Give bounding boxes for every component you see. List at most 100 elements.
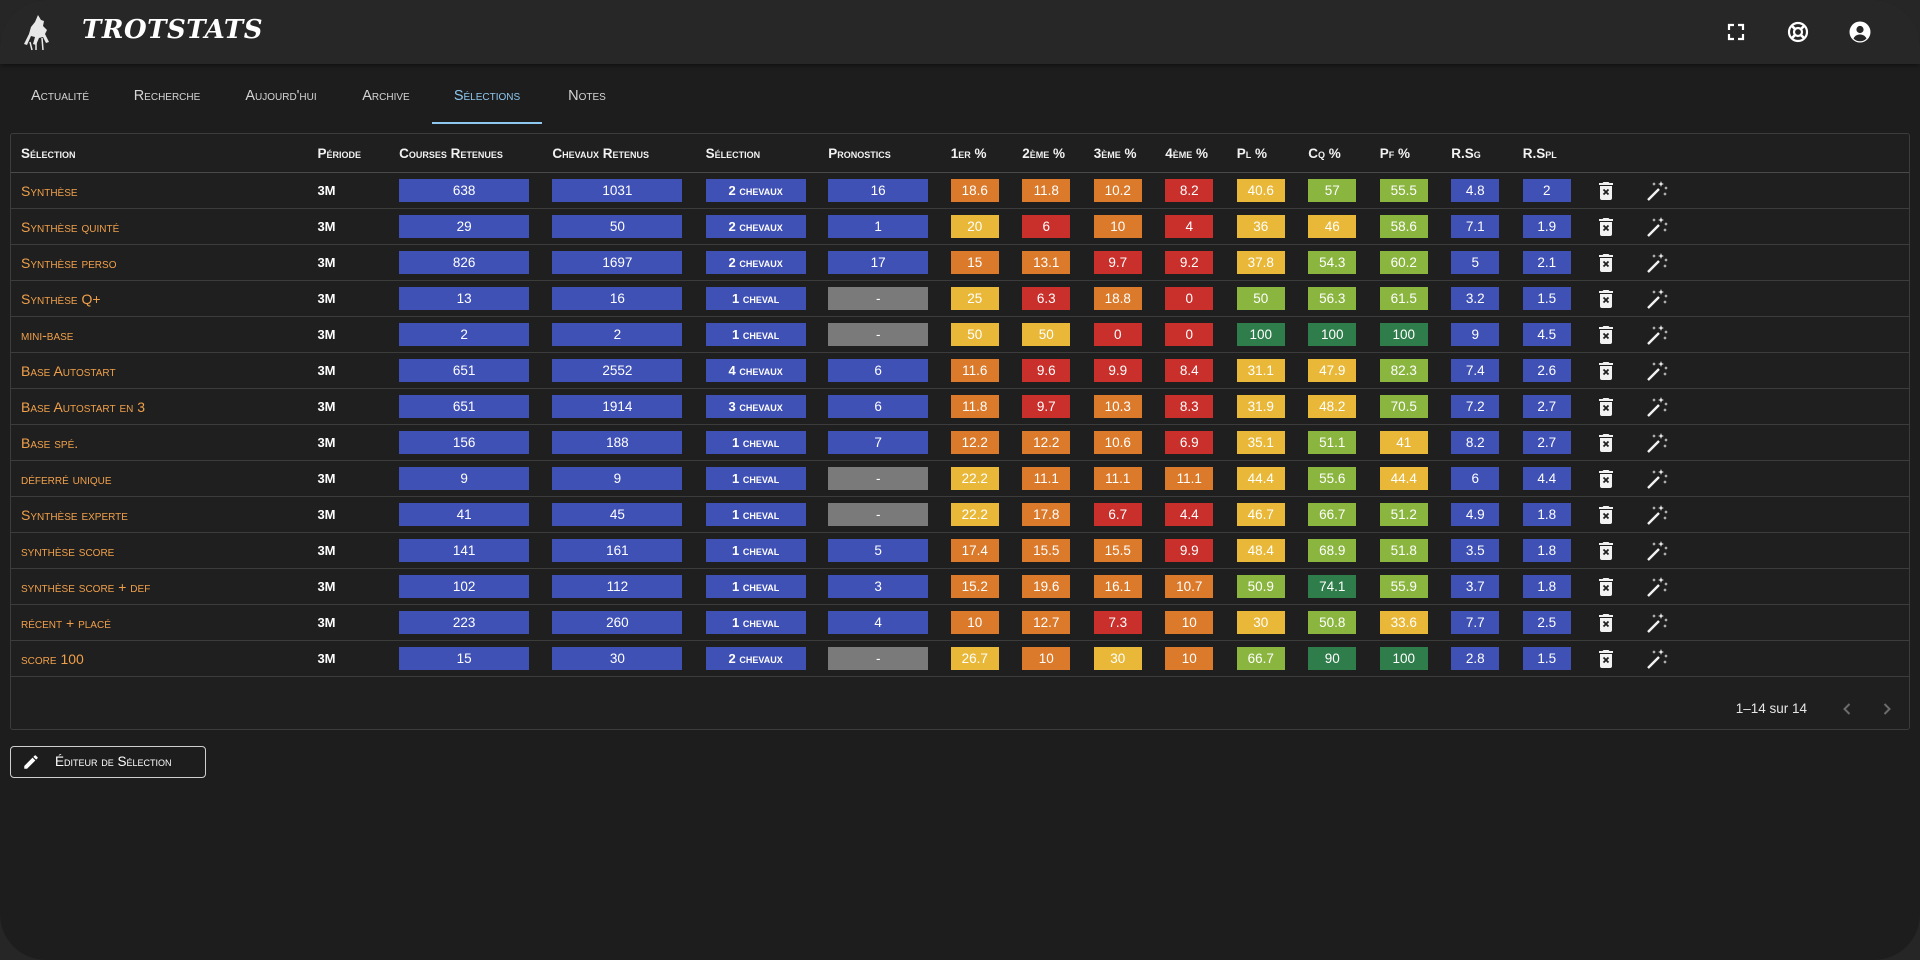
- tab-notes[interactable]: Notes: [552, 64, 622, 122]
- cell-name[interactable]: déferré unique: [11, 460, 318, 497]
- cell-name[interactable]: Synthèse: [11, 172, 318, 209]
- cell-courses: 141: [399, 532, 553, 569]
- table-row[interactable]: Synthèse experte 3M 41 45 1 cheval -22.2 17.8 6…: [11, 496, 1909, 533]
- magic-wand-icon[interactable]: [1645, 359, 1669, 383]
- selection-name[interactable]: Base Autostart: [21, 363, 116, 379]
- cell-name[interactable]: Synthèse experte: [11, 496, 318, 533]
- chevron-right-icon[interactable]: [1877, 699, 1897, 719]
- delete-icon[interactable]: [1594, 215, 1618, 239]
- magic-wand-icon[interactable]: [1645, 323, 1669, 347]
- cell-name[interactable]: Base Autostart en 3: [11, 388, 318, 425]
- delete-icon[interactable]: [1594, 503, 1618, 527]
- delete-icon[interactable]: [1594, 467, 1618, 491]
- table-row[interactable]: Synthèse Q+ 3M 13 16 1 cheval -25 6.3 18.8 0 50 56…: [11, 280, 1909, 317]
- cell-name[interactable]: Synthèse perso: [11, 244, 318, 281]
- selection-name[interactable]: Synthèse: [21, 183, 78, 199]
- table-row[interactable]: Base Autostart en 3 3M 651 1914 3 chevaux 6 11…: [11, 388, 1909, 425]
- column-header[interactable]: R.Spl: [1522, 134, 1595, 173]
- column-header[interactable]: 3ème %: [1093, 134, 1166, 173]
- selection-name[interactable]: Synthèse Q+: [21, 291, 101, 307]
- delete-icon[interactable]: [1594, 611, 1618, 635]
- magic-wand-icon[interactable]: [1645, 431, 1669, 455]
- column-header[interactable]: 1er %: [950, 134, 1023, 173]
- table-row[interactable]: Synthèse 3M 638 1031 2 chevaux 16 18.6 11.8 10.2…: [11, 172, 1909, 209]
- magic-wand-icon[interactable]: [1645, 251, 1669, 275]
- tab-recherche[interactable]: Recherche: [120, 64, 214, 122]
- column-header[interactable]: Cq %: [1308, 134, 1380, 173]
- account-circle-icon[interactable]: [1848, 20, 1872, 44]
- column-header[interactable]: Pl %: [1236, 134, 1309, 173]
- magic-wand-icon[interactable]: [1645, 395, 1669, 419]
- cell-name[interactable]: synthèse score: [11, 532, 318, 569]
- table-row[interactable]: synthèse score + def 3M 102 112 1 cheval 3 15.…: [11, 568, 1909, 605]
- column-header[interactable]: Pronostics: [828, 134, 951, 173]
- selection-name[interactable]: mini-base: [21, 327, 73, 343]
- selection-name[interactable]: déferré unique: [21, 471, 112, 487]
- magic-wand-icon[interactable]: [1645, 647, 1669, 671]
- column-header[interactable]: 4ème %: [1165, 134, 1237, 173]
- column-header[interactable]: Pf %: [1379, 134, 1452, 173]
- selection-name[interactable]: récent + placé: [21, 615, 111, 631]
- tab-archive[interactable]: Archive: [344, 64, 428, 122]
- delete-icon[interactable]: [1594, 575, 1618, 599]
- magic-wand-icon[interactable]: [1645, 467, 1669, 491]
- delete-icon[interactable]: [1594, 539, 1618, 563]
- magic-wand-icon[interactable]: [1645, 539, 1669, 563]
- cell-name[interactable]: mini-base: [11, 316, 318, 353]
- magic-wand-icon[interactable]: [1645, 215, 1669, 239]
- table-row[interactable]: récent + placé 3M 223 260 1 cheval 4 10 12.7 7.3…: [11, 604, 1909, 641]
- cell-name[interactable]: score 100: [11, 640, 318, 677]
- selection-name[interactable]: Synthèse experte: [21, 507, 128, 523]
- table-row[interactable]: Base Autostart 3M 651 2552 4 chevaux 6 11.6 9.6…: [11, 352, 1909, 389]
- column-header[interactable]: Courses Retenues: [399, 134, 553, 173]
- table-row[interactable]: déferré unique 3M 9 9 1 cheval -22.2 11.1 11.1 1…: [11, 460, 1909, 497]
- cell-name[interactable]: synthèse score + def: [11, 568, 318, 605]
- lifebuoy-icon[interactable]: [1786, 20, 1810, 44]
- column-header[interactable]: R.Sg: [1451, 134, 1523, 173]
- selection-name[interactable]: synthèse score: [21, 543, 114, 559]
- cell-name[interactable]: Base Autostart: [11, 352, 318, 389]
- cell-name[interactable]: Synthèse quinté: [11, 208, 318, 245]
- selection-name[interactable]: Synthèse perso: [21, 255, 116, 271]
- chevron-left-icon[interactable]: [1837, 699, 1857, 719]
- table-row[interactable]: synthèse score 3M 141 161 1 cheval 5 17.4 15.5 1…: [11, 532, 1909, 569]
- tab-actualite[interactable]: Actualité: [10, 64, 110, 122]
- magic-wand-icon[interactable]: [1645, 179, 1669, 203]
- fullscreen-icon[interactable]: [1724, 20, 1748, 44]
- table-row[interactable]: mini-base 3M 2 2 1 cheval -50 50 0 0 100 100 100 9 4.…: [11, 316, 1909, 353]
- tab-aujourdhui[interactable]: Aujourd'hui: [230, 64, 332, 122]
- table-row[interactable]: Synthèse quinté 3M 29 50 2 chevaux 1 20 6 10 4 36 4…: [11, 208, 1909, 245]
- selection-name[interactable]: synthèse score + def: [21, 579, 150, 595]
- delete-icon[interactable]: [1594, 431, 1618, 455]
- column-header[interactable]: Période: [317, 134, 400, 173]
- delete-icon[interactable]: [1594, 359, 1618, 383]
- selection-name[interactable]: Synthèse quinté: [21, 219, 119, 235]
- column-header[interactable]: Sélection: [705, 134, 829, 173]
- tab-selections[interactable]: Sélections: [432, 64, 542, 124]
- magic-wand-icon[interactable]: [1645, 575, 1669, 599]
- column-header[interactable]: Chevaux Retenus: [552, 134, 706, 173]
- delete-icon[interactable]: [1594, 287, 1618, 311]
- table-row[interactable]: Synthèse perso 3M 826 1697 2 chevaux 17 15 13.1…: [11, 244, 1909, 281]
- value-pf: 55.9: [1379, 575, 1428, 598]
- cell-name[interactable]: Synthèse Q+: [11, 280, 318, 317]
- column-header[interactable]: 2ème %: [1022, 134, 1094, 173]
- selection-name[interactable]: score 100: [21, 651, 84, 667]
- column-header[interactable]: Sélection: [11, 134, 318, 173]
- cell-rsg: 6: [1451, 460, 1523, 497]
- selection-editor-button[interactable]: Éditeur de Sélection: [10, 746, 206, 778]
- selection-name[interactable]: Base Autostart en 3: [21, 399, 145, 415]
- delete-icon[interactable]: [1594, 647, 1618, 671]
- delete-icon[interactable]: [1594, 251, 1618, 275]
- magic-wand-icon[interactable]: [1645, 611, 1669, 635]
- cell-name[interactable]: récent + placé: [11, 604, 318, 641]
- table-row[interactable]: score 100 3M 15 30 2 chevaux -26.7 10 30 10 66.7 9…: [11, 640, 1909, 677]
- table-row[interactable]: Base spé. 3M 156 188 1 cheval 7 12.2 12.2 10.6 6.…: [11, 424, 1909, 461]
- magic-wand-icon[interactable]: [1645, 287, 1669, 311]
- magic-wand-icon[interactable]: [1645, 503, 1669, 527]
- delete-icon[interactable]: [1594, 179, 1618, 203]
- selection-name[interactable]: Base spé.: [21, 435, 78, 451]
- delete-icon[interactable]: [1594, 323, 1618, 347]
- delete-icon[interactable]: [1594, 395, 1618, 419]
- cell-name[interactable]: Base spé.: [11, 424, 318, 461]
